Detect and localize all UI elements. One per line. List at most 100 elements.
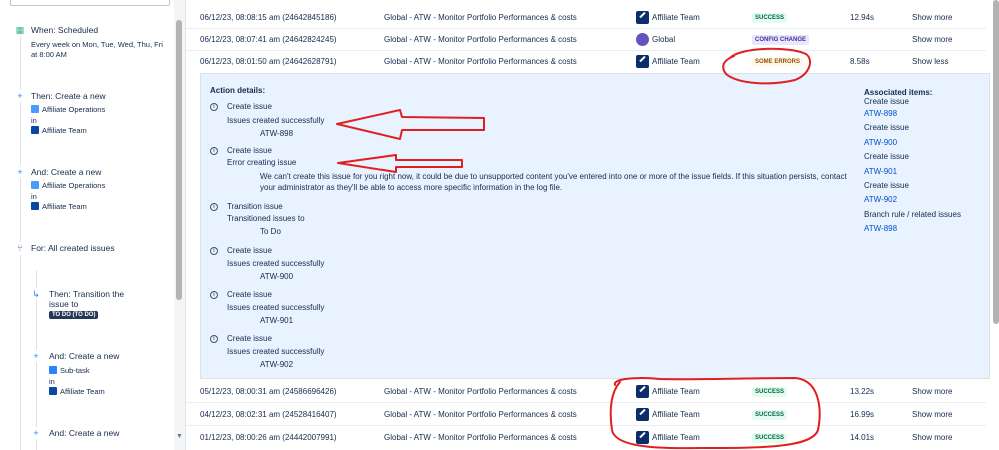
trigger-title[interactable]: When: Scheduled (31, 25, 98, 35)
table-row-expanded[interactable]: 06/12/23, 08:01:50 am (24642628791) Glob… (186, 51, 986, 73)
flow-connector (20, 178, 21, 242)
team-avatar-icon (636, 431, 649, 445)
transition-title-line1[interactable]: Then: Transition the (49, 289, 124, 299)
entry-result: Error creating issue (227, 158, 297, 167)
main-scrollbar-thumb[interactable] (993, 0, 999, 324)
table-row[interactable]: 01/12/23, 08:00:26 am (24442007991) Glob… (186, 427, 986, 449)
transition-status-lozenge: TO DO (TO DO) (49, 311, 99, 319)
table-row[interactable]: 06/12/23, 08:08:15 am (24642845186) Glob… (186, 7, 986, 29)
show-more-link[interactable]: Show more (912, 381, 972, 403)
assoc-issue-link[interactable]: ATW-898 (864, 107, 961, 121)
info-icon: i (210, 147, 218, 155)
show-less-link[interactable]: Show less (912, 51, 972, 73)
row-status: SOME ERRORS (752, 51, 842, 73)
entry-result: Transitioned issues to (227, 214, 305, 223)
subtask-icon (49, 366, 57, 374)
row-status: SUCCESS (752, 404, 842, 426)
table-row[interactable]: 06/12/23, 08:07:41 am (24642824245) Glob… (186, 29, 986, 51)
project-icon (31, 202, 39, 210)
status-badge: SUCCESS (752, 386, 788, 397)
row-actor: Affiliate Team (636, 427, 746, 449)
entry-result: Issues created successfully (227, 347, 325, 356)
row-rule: Global - ATW - Monitor Portfolio Perform… (384, 410, 577, 419)
action3-issue-type: Sub-task (49, 366, 90, 375)
table-row[interactable]: 05/12/23, 08:00:31 am (24586696426) Glob… (186, 381, 986, 403)
sidebar-top-field[interactable] (10, 0, 170, 6)
table-row[interactable]: 04/12/23, 08:02:31 am (24528416407) Glob… (186, 404, 986, 426)
team-avatar-icon (636, 55, 649, 69)
entry-action: Create issue (227, 146, 272, 155)
entry-issue-key[interactable]: ATW-898 (260, 129, 293, 138)
row-actor: Affiliate Team (636, 51, 746, 73)
show-more-link[interactable]: Show more (912, 427, 972, 449)
row-actor: Affiliate Team (636, 7, 746, 29)
plus-icon: + (30, 350, 42, 362)
audit-log-table: 06/12/23, 08:08:15 am (24642845186) Glob… (186, 0, 999, 450)
row-date: 06/12/23, 08:07:41 am (24642824245) (200, 35, 337, 44)
info-icon: i (210, 291, 218, 299)
row-status: SUCCESS (752, 427, 842, 449)
branch-title[interactable]: For: All created issues (31, 243, 115, 253)
action3-in: in (49, 377, 55, 386)
info-icon: i (210, 103, 218, 111)
entry-result: Issues created successfully (227, 303, 325, 312)
project-icon (49, 387, 57, 395)
project-icon (31, 126, 39, 134)
assoc-issue-link[interactable]: ATW-898 (864, 222, 961, 236)
action3-title[interactable]: And: Create a new (49, 351, 119, 361)
entry-result: Issues created successfully (227, 116, 325, 125)
status-badge: SUCCESS (752, 12, 788, 23)
row-status: CONFIG CHANGE (752, 29, 842, 51)
assoc-issue-link[interactable]: ATW-902 (864, 193, 961, 207)
team-avatar-icon (636, 408, 649, 422)
action2-title[interactable]: And: Create a new (31, 167, 101, 177)
entry-issue-key[interactable]: ATW-900 (260, 272, 293, 281)
entry-action: Create issue (227, 334, 272, 343)
entry-issue-key[interactable]: ATW-902 (260, 360, 293, 369)
row-rule: Global - ATW - Monitor Portfolio Perform… (384, 433, 577, 442)
row-duration: 8.58s (850, 57, 870, 66)
action2-in: in (31, 192, 37, 201)
row-date: 04/12/23, 08:02:31 am (24528416407) (200, 410, 337, 419)
entry-issue-key[interactable]: ATW-901 (260, 316, 293, 325)
row-rule: Global - ATW - Monitor Portfolio Perform… (384, 35, 577, 44)
globe-avatar-icon (636, 33, 649, 47)
action2-issue-type: Affiliate Operations (31, 181, 105, 190)
show-more-link[interactable]: Show more (912, 29, 972, 51)
entry-result: Issues created successfully (227, 259, 325, 268)
show-more-link[interactable]: Show more (912, 404, 972, 426)
calendar-icon: ▦ (14, 24, 26, 36)
row-date: 05/12/23, 08:00:31 am (24586696426) (200, 387, 337, 396)
sidebar-scrollbar-thumb[interactable] (176, 20, 182, 300)
row-date: 06/12/23, 08:08:15 am (24642845186) (200, 13, 337, 22)
action1-title[interactable]: Then: Create a new (31, 91, 106, 101)
scroll-down-arrow-icon[interactable]: ▼ (174, 432, 185, 442)
trigger-time: at 8:00 AM (31, 50, 67, 59)
action1-in: in (31, 116, 37, 125)
status-badge: SUCCESS (752, 409, 788, 420)
assoc-issue-link[interactable]: ATW-900 (864, 136, 961, 150)
flow-connector (20, 100, 21, 165)
action2-project: Affiliate Team (31, 202, 87, 211)
show-more-link[interactable]: Show more (912, 7, 972, 29)
assoc-label: Branch rule / related issues (864, 209, 961, 219)
row-status: SUCCESS (752, 381, 842, 403)
row-actor: Global (636, 29, 746, 51)
action1-project: Affiliate Team (31, 126, 87, 135)
row-duration: 13.22s (850, 387, 875, 396)
row-duration: 14.01s (850, 433, 875, 442)
entry-action: Create issue (227, 290, 272, 299)
assoc-issue-link[interactable]: ATW-901 (864, 165, 961, 179)
info-icon: i (210, 247, 218, 255)
trigger-schedule: Every week on Mon, Tue, Wed, Thu, Fri (31, 40, 163, 49)
status-badge: SOME ERRORS (752, 56, 804, 67)
team-avatar-icon (636, 385, 649, 399)
rule-flow-sidebar: ▦ When: Scheduled Every week on Mon, Tue… (0, 0, 186, 450)
plus-icon: + (30, 427, 42, 439)
entry-action: Create issue (227, 102, 272, 111)
flow-connector (20, 30, 21, 90)
associated-items-title: Associated items: (864, 88, 933, 97)
transition-title-line2: issue to (49, 299, 79, 309)
action4-title[interactable]: And: Create a new (49, 428, 119, 438)
action-details-title: Action details: (210, 86, 266, 95)
